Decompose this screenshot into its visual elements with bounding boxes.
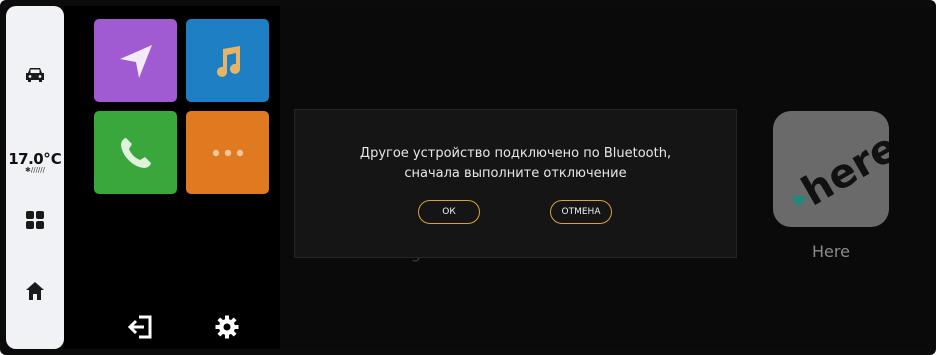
- ok-button[interactable]: ОК: [418, 200, 480, 224]
- settings-button[interactable]: [212, 312, 242, 342]
- apps-panel: [64, 6, 280, 349]
- phone-app-tile[interactable]: [94, 111, 177, 194]
- dialog-message-line2: сначала выполните отключение: [404, 166, 627, 181]
- settings-gear-icon: [215, 315, 239, 339]
- music-note-icon: [216, 45, 240, 77]
- phone-icon: [120, 137, 151, 168]
- more-app-tile[interactable]: [186, 111, 269, 194]
- dialog-message: Другое устройство подключено по Bluetoot…: [295, 144, 736, 184]
- car-icon: [26, 68, 44, 82]
- exit-icon: [128, 315, 152, 339]
- car-button[interactable]: [6, 63, 64, 87]
- here-logo-text: here: [794, 124, 889, 215]
- home-icon: [26, 282, 44, 300]
- carplay-screen: 17.0°C ✱////// here Here Другое устройст…: [0, 0, 936, 355]
- climate-temperature[interactable]: 17.0°C ✱//////: [6, 149, 64, 174]
- status-rail: 17.0°C ✱//////: [6, 6, 64, 349]
- music-app-tile[interactable]: [186, 19, 269, 102]
- cancel-button[interactable]: ОТМЕНА: [550, 200, 612, 224]
- navigation-arrow-icon: [119, 44, 152, 78]
- app-grid-button[interactable]: [6, 208, 64, 232]
- dialog-message-line1: Другое устройство подключено по Bluetoot…: [359, 146, 672, 161]
- here-logo-icon: here: [791, 124, 889, 215]
- bluetooth-alert-dialog: Другое устройство подключено по Bluetoot…: [294, 109, 737, 258]
- here-app-label[interactable]: Here: [773, 242, 889, 261]
- grid-icon: [26, 211, 44, 229]
- more-dots-icon: [212, 149, 243, 156]
- here-app-tile[interactable]: here: [773, 111, 889, 227]
- exit-button[interactable]: [126, 312, 156, 342]
- temperature-unit: °C: [43, 150, 62, 168]
- home-button[interactable]: [6, 279, 64, 303]
- navigation-app-tile[interactable]: [94, 19, 177, 102]
